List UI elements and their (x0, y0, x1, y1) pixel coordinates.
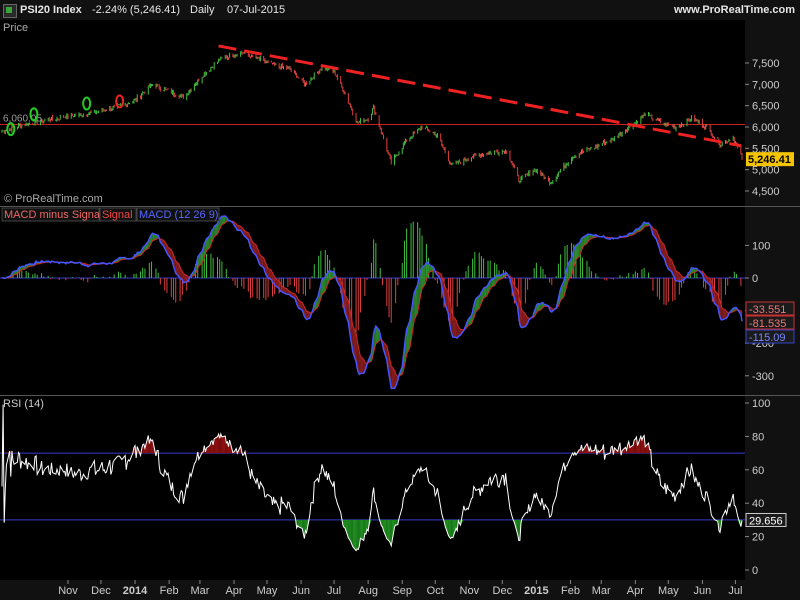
macd-last-value: -115.09 (749, 332, 786, 344)
rsi-oversold-fill (451, 519, 453, 538)
date-axis-label: Nov (58, 585, 78, 597)
rsi-oversold-fill (364, 519, 366, 535)
date-axis-label: Aug (358, 585, 378, 597)
macd-axis-label: 100 (752, 240, 770, 252)
date-axis-label: Feb (561, 585, 580, 597)
date-axis-label: 2014 (123, 585, 148, 597)
date-axis-label: Jul (728, 585, 742, 597)
period-label[interactable]: Daily (190, 4, 214, 16)
date-axis-label: Oct (427, 585, 444, 597)
rsi-overbought-fill (214, 436, 218, 454)
macd-title-2: MACD (12 26 9) (139, 209, 218, 221)
macd-axis-label: 0 (752, 273, 758, 285)
date-axis-label: Jul (327, 585, 341, 597)
stock-chart[interactable]: Price© ProRealTime.com4,5005,0005,5006,0… (0, 20, 800, 600)
rsi-axis-label: 60 (752, 465, 764, 477)
rsi-title: RSI (14) (3, 398, 44, 410)
rsi-axis-label: 0 (752, 565, 758, 577)
date-axis-label: 2015 (524, 585, 548, 597)
date-axis-label: Mar (592, 585, 611, 597)
last-price-value: 5,246.41 (748, 154, 791, 166)
price-axis-label: 6,000 (752, 122, 780, 134)
symbol-name[interactable]: PSI20 Index (20, 4, 82, 16)
date-axis-label: Apr (627, 585, 644, 597)
rsi-oversold-fill (390, 519, 392, 546)
date-axis-label: Apr (225, 585, 242, 597)
rsi-oversold-fill (389, 519, 391, 543)
chart-app-icon (3, 4, 17, 18)
macd-last-value: -81.535 (749, 318, 786, 330)
date-axis-label: Dec (91, 585, 111, 597)
rsi-oversold-fill (360, 519, 364, 541)
rsi-oversold-fill (349, 519, 351, 542)
date-axis-label: Dec (493, 585, 513, 597)
price-axis-label: 4,500 (752, 186, 780, 198)
price-panel-title: Price (3, 22, 28, 34)
price-axis-label: 7,500 (752, 58, 780, 70)
date-axis-label: Feb (160, 585, 179, 597)
rsi-axis-label: 80 (752, 431, 764, 443)
watermark: © ProRealTime.com (4, 193, 103, 205)
date-axis-label: Jun (292, 585, 310, 597)
rsi-overbought-fill (221, 436, 226, 454)
rsi-last-value: 29.656 (749, 515, 783, 527)
price-axis-label: 5,000 (752, 165, 780, 177)
rsi-oversold-fill (351, 519, 353, 547)
macd-title-1: Signal (102, 209, 133, 221)
date-axis-label: Nov (460, 585, 480, 597)
chart-header: PSI20 Index -2.24% (5,246.41) Daily 07-J… (0, 0, 800, 21)
date-axis-label: Sep (392, 585, 412, 597)
date-label: 07-Jul-2015 (227, 4, 286, 16)
date-axis-label: Jun (694, 585, 712, 597)
price-axis-label: 6,500 (752, 101, 780, 113)
date-axis-label: May (257, 585, 278, 597)
rsi-oversold-fill (357, 519, 359, 550)
rsi-oversold-fill (450, 519, 452, 539)
rsi-oversold-fill (348, 519, 350, 540)
rsi-oversold-fill (356, 519, 358, 551)
rsi-oversold-fill (352, 519, 357, 551)
rsi-oversold-fill (387, 519, 390, 542)
rsi-axis-label: 40 (752, 498, 764, 510)
rsi-axis-label: 100 (752, 398, 770, 410)
date-axis: Nov Dec 2014 Feb Mar Apr May Jun Jul Aug Sep Oct Nov… (0, 580, 800, 600)
rsi-oversold-fill (350, 519, 352, 544)
rsi-oversold-fill (449, 519, 451, 539)
rsi-oversold-fill (386, 519, 388, 540)
date-axis-label: May (658, 585, 679, 597)
rsi-oversold-fill (395, 519, 397, 525)
macd-last-value: -33.551 (749, 304, 786, 316)
macd-title-0: MACD minus Signal (4, 209, 102, 221)
price-change: -2.24% (5,246.41) (92, 4, 181, 16)
site-url[interactable]: www.ProRealTime.com (674, 4, 795, 16)
rsi-overbought-fill (151, 440, 153, 454)
rsi-axis-label: 20 (752, 532, 764, 544)
date-axis-label: Mar (190, 585, 209, 597)
macd-axis-label: -300 (752, 371, 774, 383)
price-axis-label: 7,000 (752, 79, 780, 91)
